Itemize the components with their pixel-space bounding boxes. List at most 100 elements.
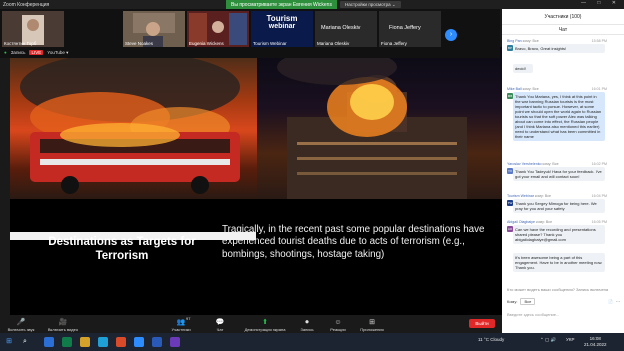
slide-title: Destinations as Targets for Terrorism: [48, 236, 196, 262]
shared-screen: Destinations as Targets for Terrorism Tr…: [10, 47, 502, 317]
chat-message: Abigail Olagbaiye кому: Все 16:05 PM AO C…: [507, 220, 621, 244]
share-screen-button[interactable]: ⬆ Демонстрация экрана: [240, 316, 290, 332]
burning-bus-image: [10, 47, 257, 199]
app-icon[interactable]: [116, 337, 126, 347]
more-icon[interactable]: ⋯: [616, 299, 620, 304]
window-controls[interactable]: — □ ✕: [581, 0, 621, 6]
start-video-button[interactable]: 🎥 Включить видео: [44, 316, 82, 332]
message-text: Thank you Sergey Mimoga for being here. …: [513, 199, 605, 213]
chat-message: decid!: [507, 63, 621, 73]
message-recipient: кому: Все: [522, 39, 539, 43]
chat-icon: 💬: [215, 319, 225, 326]
message-text: Can we have the recording and presentati…: [513, 225, 605, 244]
burning-hotel-illustration: [277, 49, 467, 199]
participants-header[interactable]: Участники (100): [502, 9, 624, 25]
message-recipient: кому: Все: [522, 87, 539, 91]
app-icon[interactable]: [152, 337, 162, 347]
participant-name-large: Fiona Jeffery: [389, 25, 421, 31]
chat-message: Tourism Webinar кому: Все 16:04 PM TW Tha…: [507, 194, 621, 213]
clock[interactable]: 16:08 21.04.2022: [584, 336, 607, 348]
view-options-button[interactable]: Настройки просмотра ⌄: [340, 1, 401, 8]
weather-widget[interactable]: 11 °C Cloudy: [478, 337, 504, 342]
chat-button[interactable]: 💬 Чат: [213, 316, 227, 332]
tourism-webinar-logo: Tourism webinar: [261, 15, 303, 31]
message-time: 16:02 PM: [591, 162, 607, 166]
participant-name: Mariana Oleskiv: [317, 41, 350, 46]
recording-bar: ● Запись LIVE YouTube ▾: [0, 47, 500, 58]
recipient-select[interactable]: Все: [520, 298, 536, 305]
message-time: 16:01 PM: [591, 87, 607, 91]
participant-tile[interactable]: Tourism webinar Tourism Webinar: [251, 11, 313, 47]
participant-tile[interactable]: ‹ Костянтин Горб: [2, 11, 64, 47]
zoom-icon[interactable]: [134, 337, 144, 347]
message-sender: Abigail Olagbaiye: [507, 220, 535, 224]
logo-line-2: webinar: [268, 23, 296, 30]
browser-icon[interactable]: [98, 337, 108, 347]
message-sender: Tourism Webinar: [507, 194, 534, 198]
recording-label[interactable]: Запись: [11, 50, 26, 55]
app-icon[interactable]: [44, 337, 54, 347]
chat-visibility-hint[interactable]: Кто может видеть ваши сообщения? Запись …: [507, 287, 620, 292]
message-recipient: кому: Все: [535, 220, 553, 224]
message-text: decid!: [513, 64, 533, 73]
microphone-icon: 🎤: [16, 319, 26, 326]
clock-date: 21.04.2022: [584, 342, 607, 347]
message-recipient: кому: Все: [534, 194, 552, 198]
unmute-button[interactable]: 🎤 Включить звук: [4, 316, 38, 332]
participant-name: Steve Noakes: [125, 41, 154, 46]
youtube-menu[interactable]: YouTube ▾: [47, 50, 68, 56]
screen-share-banner: Вы просматриваете экран Евгения Wickens: [226, 0, 337, 9]
chat-message: It's been awesome being a part of this e…: [507, 252, 621, 272]
logo-line-1: Tourism: [266, 14, 298, 23]
avatar: AO: [507, 226, 513, 232]
message-recipient: кому: Все: [542, 162, 559, 166]
start-menu-icon[interactable]: ⊞: [4, 337, 14, 347]
reactions-button[interactable]: ☺ Реакции: [327, 316, 349, 332]
window-title: Zoom Конференция: [3, 1, 50, 8]
record-button[interactable]: ⏺ Запись: [298, 316, 316, 332]
unmute-label: Включить звук: [7, 327, 35, 332]
message-sender: Bing Pan: [507, 39, 522, 43]
language-indicator[interactable]: УКР: [566, 337, 574, 342]
reactions-icon: ☺: [334, 319, 342, 326]
participant-name-large: Mariana Oleskiv: [321, 25, 361, 31]
live-badge: LIVE: [29, 50, 44, 55]
start-video-label: Включить видео: [47, 327, 79, 332]
leave-button[interactable]: Выйти: [469, 319, 495, 328]
apps-icon: ⊞: [369, 319, 375, 326]
participant-name: Костянтин Горб: [4, 41, 37, 46]
chat-message: Bing Pan кому: Все 15:58 PM BP Bravo, Bra…: [507, 39, 621, 53]
tray-icons[interactable]: ⌃ ▢ 🔊: [540, 337, 556, 343]
message-sender: Yaroslav Vershelenko: [507, 162, 542, 166]
avatar: MB: [507, 93, 513, 99]
avatar: TW: [507, 200, 513, 206]
participant-tile[interactable]: Eugenia Wickens: [187, 11, 249, 47]
message-text: Thank You Mariana, yes, I think at this …: [513, 92, 605, 141]
next-page-icon[interactable]: ›: [445, 29, 457, 41]
participant-tile[interactable]: Steve Noakes: [123, 11, 185, 47]
record-icon: ⏺: [305, 319, 309, 326]
os-taskbar: ⊞ ⌕ 11 °C Cloudy ⌃ ▢ 🔊 УКР 16:08 21.04.2…: [0, 333, 624, 351]
participants-icon: 👥: [176, 319, 186, 326]
message-text: Thank You Tadeyuk! Hava for your feedbac…: [513, 167, 605, 181]
avatar: YV: [507, 168, 513, 174]
message-text: It's been awesome being a part of this e…: [513, 253, 605, 272]
chat-header: Чат: [502, 25, 624, 35]
app-icon[interactable]: [62, 337, 72, 347]
meeting-toolbar: 🎤 Включить звук 🎥 Включить видео 👥 Участ…: [0, 315, 502, 333]
file-icon[interactable]: 📄: [608, 299, 613, 304]
reactions-label: Реакции: [330, 327, 346, 332]
apps-button[interactable]: ⊞ Приложения: [357, 316, 387, 332]
search-icon[interactable]: ⌕: [20, 337, 30, 347]
chat-recipient-row: Кому: Все 📄 ⋯: [507, 298, 620, 305]
app-icon[interactable]: [170, 337, 180, 347]
participant-tile[interactable]: Mariana Oleskiv Mariana Oleskiv: [315, 11, 377, 47]
participant-name: Tourism Webinar: [253, 41, 287, 46]
message-time: 15:58 PM: [591, 39, 607, 43]
camera-icon: 🎥: [58, 319, 68, 326]
chat-input[interactable]: Введите здесь сообщение...: [507, 312, 559, 317]
folder-icon[interactable]: [80, 337, 90, 347]
avatar: BP: [507, 45, 513, 51]
message-sender: Mike Ball: [507, 87, 522, 91]
participant-tile[interactable]: Fiona Jeffery Fiona Jeffery: [379, 11, 441, 47]
